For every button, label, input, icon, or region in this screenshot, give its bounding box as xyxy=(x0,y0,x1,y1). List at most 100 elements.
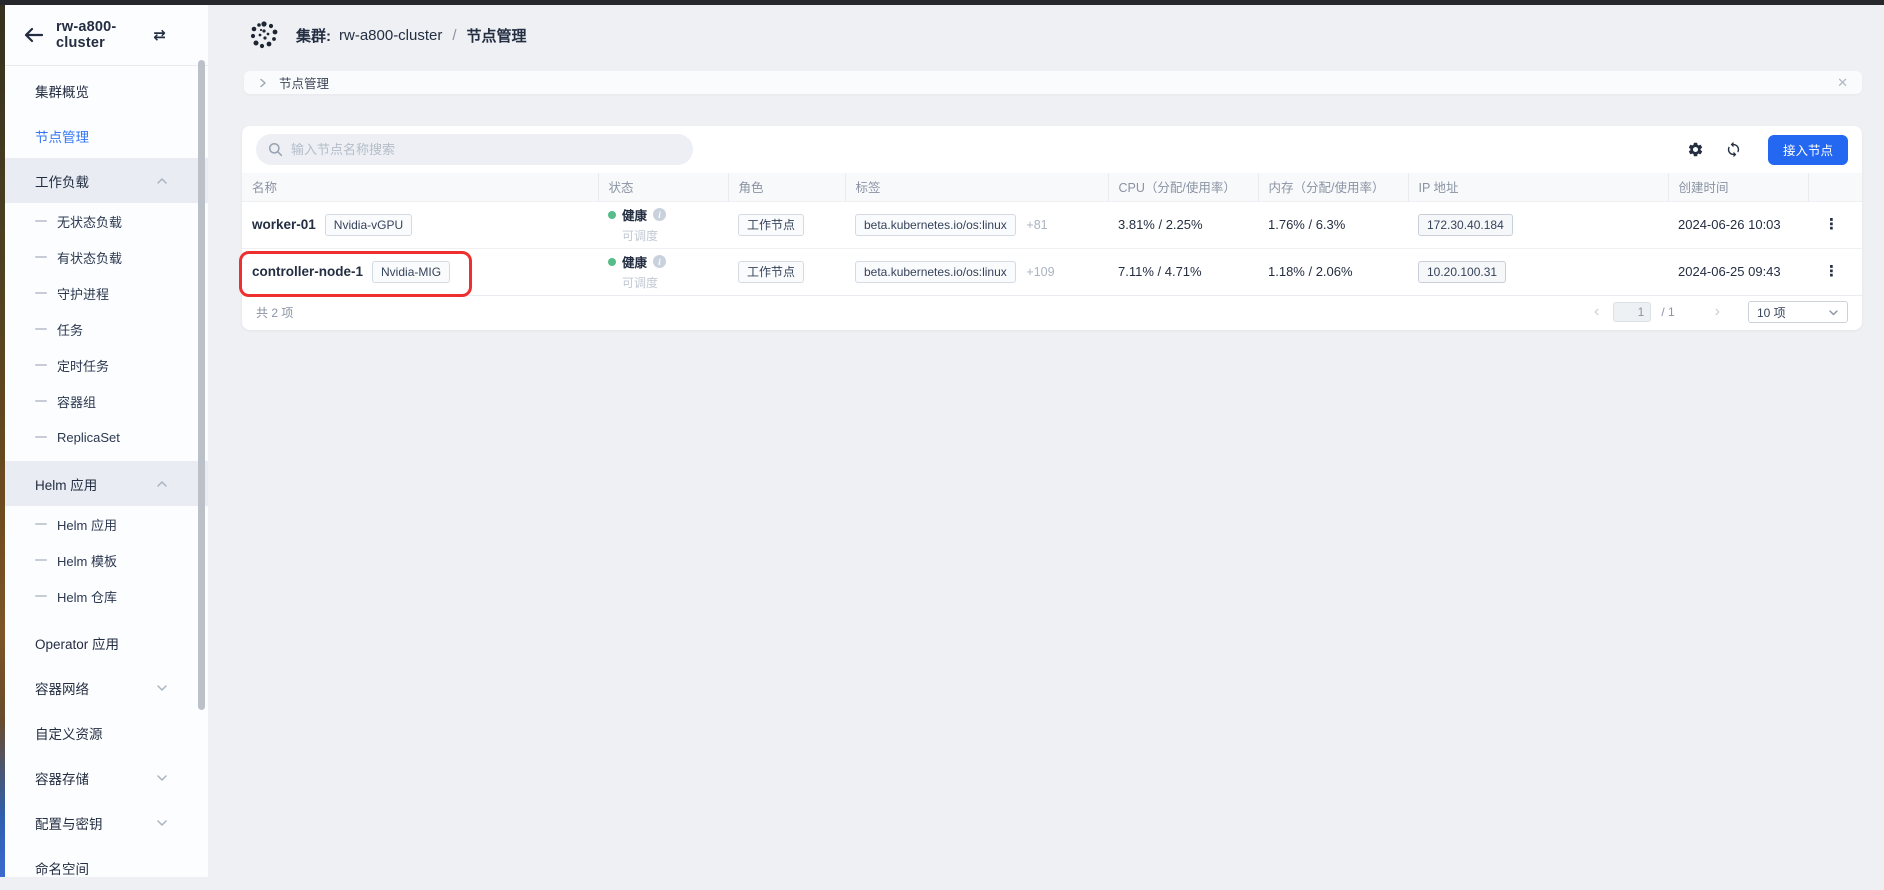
tab-label: 节点管理 xyxy=(279,73,329,92)
sidebar: rw-a800-cluster ⇄ 集群概览 节点管理 工作负载 无状态负载 有… xyxy=(5,5,208,877)
switch-cluster-icon[interactable]: ⇄ xyxy=(153,26,166,44)
sidebar-item-custom-resources[interactable]: 自定义资源 xyxy=(5,710,208,755)
sidebar-item-cluster-overview[interactable]: 集群概览 xyxy=(5,68,208,113)
column-header-created[interactable]: 创建时间 xyxy=(1668,173,1808,201)
sidebar-item-deployments[interactable]: 无状态负载 xyxy=(5,203,208,239)
back-arrow-icon[interactable] xyxy=(23,27,43,43)
memory-usage: 1.18% / 2.06% xyxy=(1258,248,1408,295)
add-node-button[interactable]: 接入节点 xyxy=(1768,135,1848,165)
sidebar-group-config-secrets[interactable]: 配置与密钥 xyxy=(5,800,208,845)
page-size-value: 10 项 xyxy=(1757,304,1786,321)
status-text: 健康 xyxy=(622,205,647,224)
cluster-header: 集群: rw-a800-cluster / 节点管理 xyxy=(208,5,1884,65)
refresh-button[interactable] xyxy=(1722,138,1746,162)
main-area: 集群: rw-a800-cluster / 节点管理 节点管理 ✕ 接入节点 xyxy=(208,5,1884,877)
node-list-card: 接入节点 名称 状态 角色 标签 CPU（分配/使用率） 内存（分配/使用率） … xyxy=(242,126,1862,330)
table-footer: 共 2 项 ‹ / 1 › 10 项 xyxy=(242,295,1862,328)
chevron-down-icon xyxy=(1828,308,1839,317)
dash-icon xyxy=(35,328,47,330)
node-name-link[interactable]: controller-node-1 xyxy=(252,264,363,279)
sidebar-scrollbar-thumb[interactable] xyxy=(198,60,205,710)
node-badge: Nvidia-MIG xyxy=(372,261,450,283)
search-input[interactable] xyxy=(291,142,681,157)
sidebar-group-container-network[interactable]: 容器网络 xyxy=(5,665,208,710)
desktop-edge-strip xyxy=(0,5,5,877)
label-more-count[interactable]: +109 xyxy=(1026,265,1054,279)
search-box[interactable] xyxy=(256,134,693,165)
status-dot-green xyxy=(608,258,616,266)
chevron-up-icon xyxy=(156,176,168,186)
search-icon xyxy=(268,142,283,157)
page-size-select[interactable]: 10 项 xyxy=(1748,301,1848,323)
dash-icon xyxy=(35,436,47,438)
dash-icon xyxy=(35,595,47,597)
dash-icon xyxy=(35,220,47,222)
breadcrumb-page-title: 节点管理 xyxy=(467,25,527,46)
toolbar: 接入节点 xyxy=(242,126,1862,173)
sidebar-header: rw-a800-cluster ⇄ xyxy=(5,5,208,66)
cpu-usage: 3.81% / 2.25% xyxy=(1108,201,1258,248)
sidebar-item-helm-templates[interactable]: Helm 模板 xyxy=(5,542,208,578)
label-more-count[interactable]: +81 xyxy=(1026,218,1047,232)
page-number-input[interactable] xyxy=(1613,302,1651,322)
ip-chip: 172.30.40.184 xyxy=(1418,214,1513,236)
role-chip: 工作节点 xyxy=(738,261,804,283)
dash-icon xyxy=(35,364,47,366)
kebab-menu-icon[interactable]: ⋮ xyxy=(1818,259,1845,284)
close-icon[interactable]: ✕ xyxy=(1837,76,1848,89)
node-table: 名称 状态 角色 标签 CPU（分配/使用率） 内存（分配/使用率） IP 地址… xyxy=(242,173,1862,295)
label-chip: beta.kubernetes.io/os:linux xyxy=(855,261,1016,283)
ip-chip: 10.20.100.31 xyxy=(1418,261,1506,283)
next-page-icon[interactable]: › xyxy=(1711,304,1724,320)
sidebar-group-helm-apps[interactable]: Helm 应用 xyxy=(5,461,208,506)
column-header-role[interactable]: 角色 xyxy=(728,173,845,201)
table-header-row: 名称 状态 角色 标签 CPU（分配/使用率） 内存（分配/使用率） IP 地址… xyxy=(242,173,1862,201)
created-time: 2024-06-25 09:43 xyxy=(1668,248,1808,295)
node-name-link[interactable]: worker-01 xyxy=(252,217,316,232)
sidebar-item-daemonsets[interactable]: 守护进程 xyxy=(5,275,208,311)
cpu-usage: 7.11% / 4.71% xyxy=(1108,248,1258,295)
chevron-right-icon[interactable] xyxy=(258,78,268,88)
column-header-memory[interactable]: 内存（分配/使用率） xyxy=(1258,173,1408,201)
node-badge: Nvidia-vGPU xyxy=(325,214,412,236)
table-row: worker-01 Nvidia-vGPU 健康 i 可调度 工作节点 xyxy=(242,201,1862,248)
sidebar-item-pods[interactable]: 容器组 xyxy=(5,383,208,419)
memory-usage: 1.76% / 6.3% xyxy=(1258,201,1408,248)
column-header-status[interactable]: 状态 xyxy=(598,173,728,201)
sidebar-item-helm-repos[interactable]: Helm 仓库 xyxy=(5,578,208,614)
breadcrumb-cluster-name[interactable]: rw-a800-cluster xyxy=(339,27,442,44)
column-header-labels[interactable]: 标签 xyxy=(845,173,1108,201)
sidebar-item-replicasets[interactable]: ReplicaSet xyxy=(5,419,208,455)
total-count-text: 共 2 项 xyxy=(256,304,293,321)
sidebar-item-helm-apps[interactable]: Helm 应用 xyxy=(5,506,208,542)
sidebar-group-workloads[interactable]: 工作负载 xyxy=(5,158,208,203)
column-header-ip[interactable]: IP 地址 xyxy=(1408,173,1668,201)
info-icon[interactable]: i xyxy=(653,255,666,268)
created-time: 2024-06-26 10:03 xyxy=(1668,201,1808,248)
sidebar-item-namespaces[interactable]: 命名空间 xyxy=(5,845,208,890)
chevron-down-icon xyxy=(156,683,168,693)
settings-button[interactable] xyxy=(1684,138,1708,162)
sidebar-item-operator-apps[interactable]: Operator 应用 xyxy=(5,620,208,665)
column-header-actions xyxy=(1808,173,1862,201)
pagination: ‹ / 1 › 10 项 xyxy=(1590,301,1848,323)
status-dot-green xyxy=(608,211,616,219)
sidebar-cluster-title: rw-a800-cluster xyxy=(56,19,140,51)
page-total-text: / 1 xyxy=(1661,305,1674,319)
prev-page-icon[interactable]: ‹ xyxy=(1590,304,1603,320)
kebab-menu-icon[interactable]: ⋮ xyxy=(1818,212,1845,237)
sidebar-item-cronjobs[interactable]: 定时任务 xyxy=(5,347,208,383)
sidebar-item-jobs[interactable]: 任务 xyxy=(5,311,208,347)
sidebar-group-container-storage[interactable]: 容器存储 xyxy=(5,755,208,800)
window-title-bar xyxy=(0,0,1884,5)
table-row: controller-node-1 Nvidia-MIG 健康 i 可调度 工作… xyxy=(242,248,1862,295)
refresh-icon xyxy=(1725,141,1742,158)
column-header-cpu[interactable]: CPU（分配/使用率） xyxy=(1108,173,1258,201)
column-header-name[interactable]: 名称 xyxy=(242,173,598,201)
sidebar-item-statefulsets[interactable]: 有状态负载 xyxy=(5,239,208,275)
sidebar-item-node-management[interactable]: 节点管理 xyxy=(5,113,208,158)
dash-icon xyxy=(35,559,47,561)
page-tab-bar: 节点管理 ✕ xyxy=(244,71,1862,94)
info-icon[interactable]: i xyxy=(653,208,666,221)
schedulable-text: 可调度 xyxy=(622,227,728,244)
